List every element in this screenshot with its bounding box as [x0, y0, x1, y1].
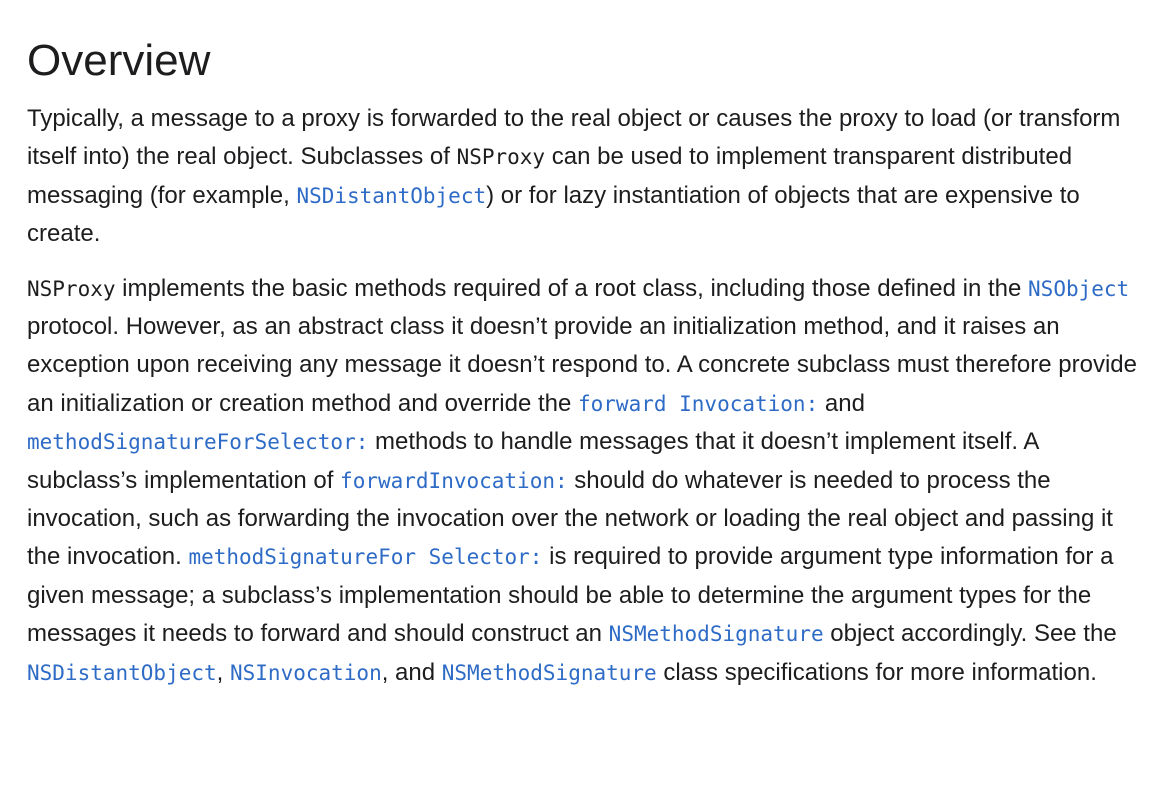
- paragraph-text: , and: [381, 658, 442, 686]
- code-nsproxy: NSProxy: [27, 276, 116, 301]
- link-nsobject[interactable]: NSObject: [1028, 277, 1129, 301]
- link-forward-invocation[interactable]: forward Invocation:: [578, 392, 818, 416]
- link-nsdistantobject-2[interactable]: NSDistantObject: [27, 661, 217, 685]
- link-forward-invocation-2[interactable]: forwardInvocation:: [340, 469, 568, 493]
- paragraph-text: implements the basic methods required of…: [115, 274, 1029, 302]
- overview-section: Overview Typically, a message to a proxy…: [0, 0, 1174, 798]
- link-nsdistantobject[interactable]: NSDistantObject: [296, 184, 486, 208]
- paragraph-2: NSProxy implements the basic methods req…: [27, 270, 1152, 692]
- link-method-signature-for-selector-2[interactable]: methodSignatureFor Selector:: [188, 545, 542, 569]
- paragraph-text: object accordingly. See the: [823, 620, 1117, 648]
- section-heading: Overview: [27, 36, 211, 85]
- link-nsmethodsignature[interactable]: NSMethodSignature: [609, 622, 824, 646]
- paragraph-text: and: [818, 389, 865, 417]
- paragraph-text: ,: [216, 658, 230, 686]
- link-method-signature-for-selector[interactable]: methodSignatureForSelector:: [27, 430, 368, 454]
- link-nsinvocation[interactable]: NSInvocation: [230, 661, 382, 685]
- paragraph-text: class specifications for more informatio…: [656, 658, 1097, 686]
- link-nsmethodsignature-2[interactable]: NSMethodSignature: [442, 661, 657, 685]
- paragraph-1: Typically, a message to a proxy is forwa…: [27, 100, 1152, 254]
- code-nsproxy: NSProxy: [456, 145, 546, 170]
